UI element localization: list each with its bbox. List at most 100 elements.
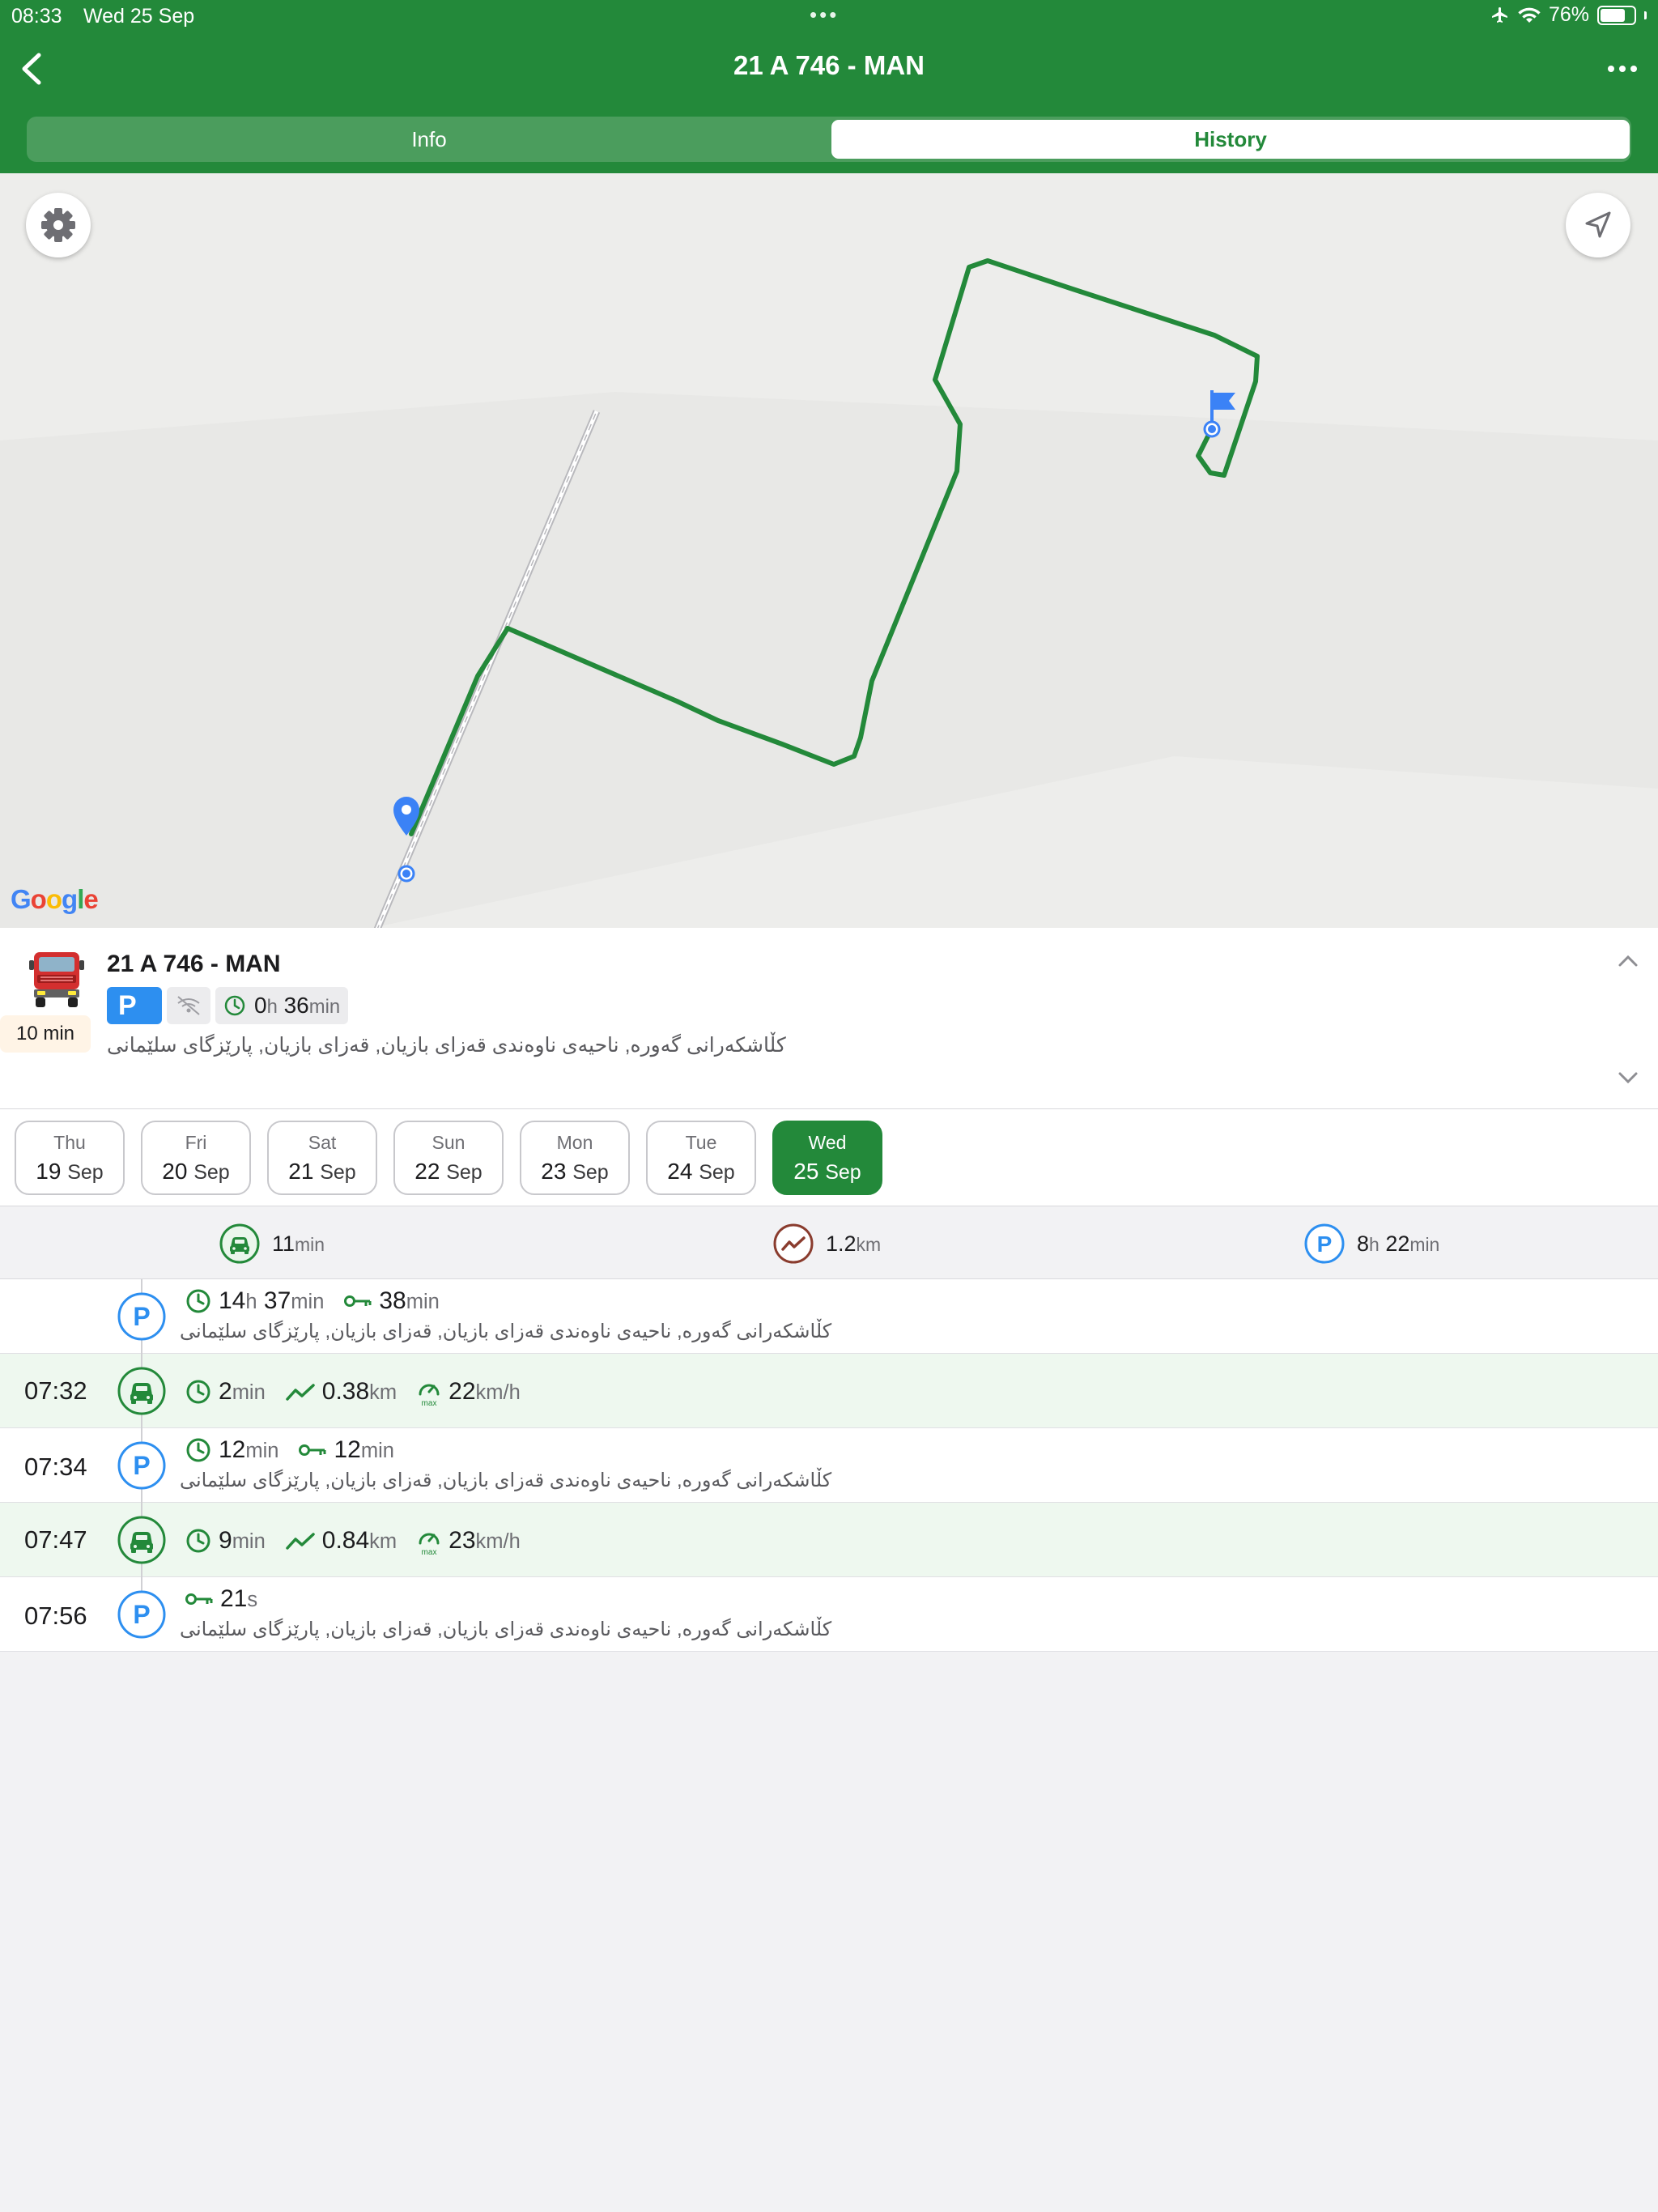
svg-text:P: P xyxy=(1317,1231,1333,1257)
my-location-button[interactable] xyxy=(1566,193,1630,257)
timeline-row-parking[interactable]: P 14h 37min 38min کڵاشکەرانی گەورە, ناحی… xyxy=(0,1279,1658,1354)
vehicle-address: کڵاشکەرانی گەورە, ناحیەی ناوەندی قەزای ب… xyxy=(107,1034,786,1057)
duration-minutes: 36 xyxy=(283,993,309,1018)
distance-unit: km xyxy=(369,1530,397,1553)
clock-icon xyxy=(186,1529,210,1553)
summary-parking-minutes: 22 xyxy=(1385,1231,1410,1256)
distance-number: 0.84 xyxy=(321,1527,370,1554)
duration-chip: 0h 36min xyxy=(215,987,349,1024)
timeline-row-driving[interactable]: 07:47 9min 0.84km max 23km/h xyxy=(0,1503,1658,1577)
ignition-unit: s xyxy=(247,1589,258,1611)
distance-value: 0.38km xyxy=(322,1378,397,1406)
duration-hours: 0 xyxy=(254,993,267,1018)
airplane-mode-icon xyxy=(1491,6,1507,23)
day-name: Mon xyxy=(556,1132,593,1153)
tab-info[interactable]: Info xyxy=(30,120,828,159)
gear-icon xyxy=(41,208,75,242)
battery-cap xyxy=(1644,11,1647,19)
duration-hours-unit: h xyxy=(245,1291,257,1313)
ignition-unit: min xyxy=(406,1291,440,1313)
chevron-up-icon[interactable] xyxy=(1616,952,1640,970)
duration-unit: min xyxy=(232,1381,266,1404)
distance-value: 0.84km xyxy=(322,1527,397,1555)
day-button-sat[interactable]: Sat 21 Sep xyxy=(267,1121,377,1195)
battery-percent: 76% xyxy=(1548,3,1589,26)
timeline-row-driving[interactable]: 07:32 2min 0.38km max 22km/h xyxy=(0,1354,1658,1428)
car-icon xyxy=(117,1367,166,1415)
svg-text:P: P xyxy=(133,1600,150,1629)
clock-icon xyxy=(186,1289,210,1313)
duration-number: 2 xyxy=(219,1378,232,1405)
parking-address: کڵاشکەرانی گەورە, ناحیەی ناوەندی قەزای ب… xyxy=(180,1321,832,1342)
truck-icon xyxy=(29,952,84,1007)
day-month: Sep xyxy=(699,1161,735,1184)
distance-trend-icon xyxy=(286,1384,315,1401)
max-speed: max 22km/h xyxy=(416,1376,521,1407)
route-map[interactable]: Google xyxy=(0,173,1658,928)
day-month: Sep xyxy=(572,1161,609,1184)
day-button-mon[interactable]: Mon 23 Sep xyxy=(520,1121,630,1195)
speedometer-max-icon: max xyxy=(419,1533,440,1556)
summary-driving-value: 11min xyxy=(272,1231,325,1257)
distance-unit: km xyxy=(369,1381,397,1404)
key-icon xyxy=(344,1295,372,1307)
status-time: 08:33 xyxy=(11,5,62,28)
duration-minutes-unit: min xyxy=(291,1291,325,1313)
day-button-fri[interactable]: Fri 20 Sep xyxy=(141,1121,251,1195)
day-name: Sun xyxy=(432,1132,466,1153)
day-button-tue[interactable]: Tue 24 Sep xyxy=(646,1121,756,1195)
map-canvas xyxy=(0,258,1658,928)
timeline-row-parking[interactable]: 07:34 P 12min 12min کڵاشکەرانی گەورە, نا… xyxy=(0,1428,1658,1503)
map-settings-button[interactable] xyxy=(26,193,91,257)
google-logo: Google xyxy=(11,884,99,914)
ignition-time: 21s xyxy=(185,1585,257,1613)
summary-distance-value: 1.2km xyxy=(826,1231,881,1257)
timeline-stats: 2min 0.38km max 22km/h xyxy=(185,1376,529,1407)
day-button-sun[interactable]: Sun 22 Sep xyxy=(393,1121,504,1195)
speed-number: 22 xyxy=(449,1378,476,1405)
svg-text:P: P xyxy=(133,1302,150,1331)
day-date: 21 Sep xyxy=(269,1159,376,1185)
timeline-row-parking[interactable]: 07:56 P 21s کڵاشکەرانی گەورە, ناحیەی ناو… xyxy=(0,1577,1658,1652)
day-number: 19 xyxy=(36,1159,62,1184)
day-summary: 11min 1.2km P 8h 22min xyxy=(0,1206,1658,1279)
day-button-thu[interactable]: Thu 19 Sep xyxy=(15,1121,125,1195)
speed-value: 22km/h xyxy=(449,1378,521,1406)
clock-icon xyxy=(186,1438,210,1462)
timeline-time: 07:56 xyxy=(24,1602,87,1630)
day-button-wed[interactable]: Wed 25 Sep xyxy=(772,1121,882,1195)
parking-duration-value: 12min xyxy=(219,1436,278,1464)
no-signal-chip xyxy=(167,987,210,1024)
day-month: Sep xyxy=(446,1161,483,1184)
ignition-unit: min xyxy=(360,1440,394,1462)
more-options-icon[interactable] xyxy=(1606,57,1639,81)
speed-unit: km/h xyxy=(475,1530,521,1553)
car-icon xyxy=(117,1516,166,1564)
location-arrow-icon xyxy=(1585,211,1611,238)
day-date: 25 Sep xyxy=(774,1159,881,1185)
duration-value: 0h 36min xyxy=(254,993,340,1019)
day-date: 23 Sep xyxy=(521,1159,628,1185)
chevron-down-icon[interactable] xyxy=(1616,1069,1640,1087)
wifi-icon xyxy=(1518,7,1541,23)
speed-number: 23 xyxy=(449,1527,476,1554)
summary-distance: 1.2km xyxy=(772,1223,881,1265)
day-number: 24 xyxy=(667,1159,693,1184)
tab-history[interactable]: History xyxy=(831,120,1630,159)
ignition-time: 12min xyxy=(298,1436,394,1464)
vehicle-summary-card[interactable]: 10 min 21 A 746 - MAN P 0h 36min کڵاشکەر… xyxy=(0,928,1658,1109)
distance-trend-icon xyxy=(286,1533,315,1550)
multitasking-dots-icon[interactable]: ••• xyxy=(810,2,839,28)
duration-minutes: 37 xyxy=(263,1287,291,1314)
parking-status-badge: P xyxy=(107,987,162,1024)
parking-icon: P xyxy=(1304,1223,1345,1264)
no-signal-icon xyxy=(177,996,200,1015)
vehicle-status-row: P 0h 36min xyxy=(107,986,349,1025)
duration-minutes-unit: min xyxy=(308,996,341,1018)
day-date: 20 Sep xyxy=(142,1159,249,1185)
battery-level xyxy=(1601,8,1626,22)
summary-parking-value: 8h 22min xyxy=(1357,1231,1439,1257)
driving-distance: 0.84km xyxy=(285,1527,397,1555)
key-icon xyxy=(185,1593,213,1605)
summary-parking-hours-unit: h xyxy=(1369,1233,1380,1255)
